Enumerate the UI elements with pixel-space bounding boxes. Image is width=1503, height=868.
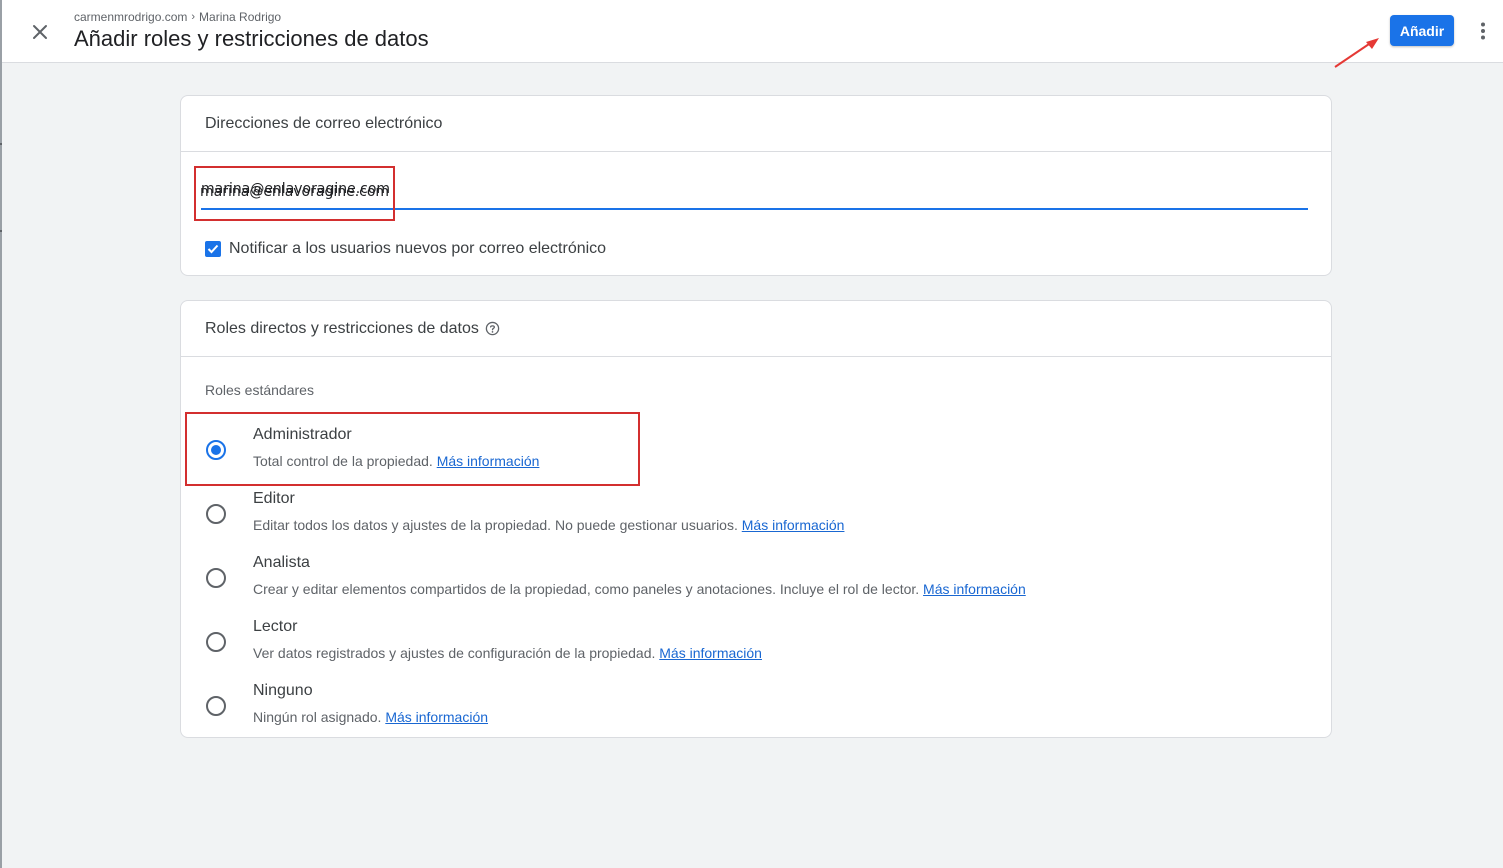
role-option-ninguno[interactable]: Ninguno Ningún rol asignado. Más informa… [181, 669, 1331, 733]
radio-selected[interactable] [206, 440, 226, 460]
more-vert-icon [1481, 22, 1485, 40]
more-info-link[interactable]: Más información [923, 581, 1026, 597]
more-info-link[interactable]: Más información [437, 453, 540, 469]
breadcrumb: carmenmrodrigo.com › Marina Rodrigo [74, 10, 281, 24]
page-title: Añadir roles y restricciones de datos [74, 26, 429, 51]
add-button[interactable]: Añadir [1390, 15, 1454, 46]
more-info-link[interactable]: Más información [742, 517, 845, 533]
email-card: Direcciones de correo electrónico marina… [180, 95, 1332, 276]
checkbox-checked[interactable] [205, 241, 221, 257]
breadcrumb-separator-icon: › [191, 11, 196, 23]
notify-users-checkbox[interactable]: Notificar a los usuarios nuevos por corr… [205, 240, 606, 258]
role-name: Editor [253, 490, 295, 507]
breadcrumb-property[interactable]: Marina Rodrigo [199, 10, 281, 24]
role-name: Lector [253, 618, 298, 635]
roles-card-header: Roles directos y restricciones de datos [181, 301, 1331, 357]
role-option-editor[interactable]: Editor Editar todos los datos y ajustes … [181, 477, 1331, 541]
roles-card: Roles directos y restricciones de datos … [180, 300, 1332, 738]
top-bar: carmenmrodrigo.com › Marina Rodrigo Añad… [2, 0, 1503, 68]
more-info-link[interactable]: Más información [659, 645, 762, 661]
role-option-lector[interactable]: Lector Ver datos registrados y ajustes d… [181, 605, 1331, 669]
role-description: Crear y editar elementos compartidos de … [253, 581, 1026, 597]
standard-roles-label: Roles estándares [205, 382, 314, 398]
email-card-title: Direcciones de correo electrónico [181, 96, 1331, 152]
notify-users-label: Notificar a los usuarios nuevos por corr… [229, 240, 607, 257]
roles-card-title: Roles directos y restricciones de datos [205, 319, 479, 337]
radio-unselected[interactable] [206, 504, 226, 524]
role-option-administrador[interactable]: Administrador Total control de la propie… [181, 413, 1331, 477]
help-circle-icon[interactable] [485, 321, 500, 336]
more-info-link[interactable]: Más información [385, 709, 488, 725]
close-button[interactable] [24, 16, 56, 48]
role-description: Editar todos los datos y ajustes de la p… [253, 517, 845, 533]
radio-unselected[interactable] [206, 696, 226, 716]
radio-unselected[interactable] [206, 632, 226, 652]
role-description: Ver datos registrados y ajustes de confi… [253, 645, 762, 661]
window-left-edge [0, 0, 2, 868]
role-name: Ninguno [253, 682, 313, 699]
role-name: Administrador [253, 426, 352, 443]
edge-tick [0, 230, 2, 232]
checkmark-icon [207, 244, 219, 254]
more-options-button[interactable] [1468, 16, 1498, 46]
arrow-annotation-icon [1334, 38, 1379, 68]
breadcrumb-account[interactable]: carmenmrodrigo.com [74, 10, 187, 24]
role-description: Ningún rol asignado. Más información [253, 709, 489, 725]
role-description: Total control de la propiedad. Más infor… [253, 453, 540, 469]
role-name: Analista [253, 554, 310, 571]
close-icon [33, 25, 47, 39]
email-input-value: marina@enlavoragine.com [200, 184, 390, 200]
edge-tick [0, 143, 2, 145]
role-option-analista[interactable]: Analista Crear y editar elementos compar… [181, 541, 1331, 605]
radio-unselected[interactable] [206, 568, 226, 588]
